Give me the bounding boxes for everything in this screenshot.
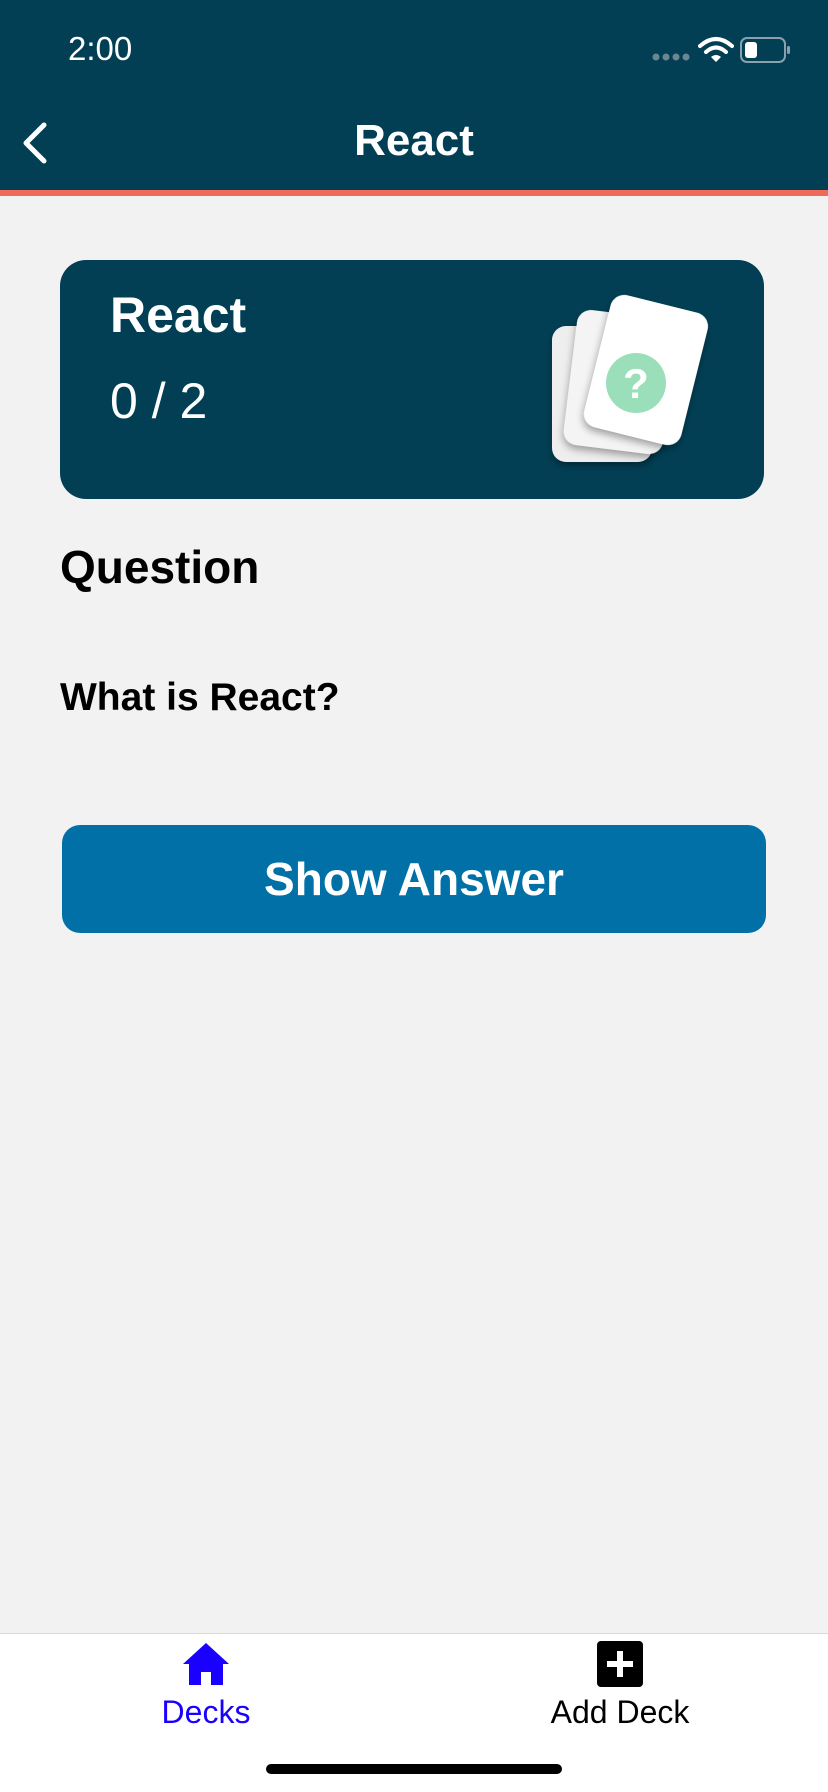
home-icon	[183, 1643, 229, 1685]
tab-add-deck-label: Add Deck	[550, 1694, 690, 1730]
tab-decks[interactable]: Decks	[86, 1634, 326, 1744]
wifi-icon	[698, 37, 734, 62]
status-time: 2:00	[68, 30, 133, 67]
plus-square-icon	[597, 1641, 643, 1687]
tab-decks-label: Decks	[161, 1694, 251, 1730]
signal-icon	[652, 53, 690, 61]
show-answer-button[interactable]: Show Answer	[62, 825, 766, 933]
battery-icon	[740, 37, 790, 63]
home-indicator[interactable]	[266, 1764, 562, 1774]
deck-progress: 0 / 2	[110, 373, 208, 429]
question-heading: Question	[60, 541, 260, 593]
deck-title: React	[110, 287, 247, 343]
tab-add-deck[interactable]: Add Deck	[500, 1634, 740, 1744]
question-text: What is React?	[60, 676, 340, 719]
nav-title: React	[354, 116, 474, 165]
header: 2:00 React	[0, 0, 828, 196]
svg-text:?: ?	[623, 360, 649, 407]
question-cards-icon: ?	[552, 294, 708, 462]
deck-card: React 0 / 2 ?	[60, 260, 764, 499]
